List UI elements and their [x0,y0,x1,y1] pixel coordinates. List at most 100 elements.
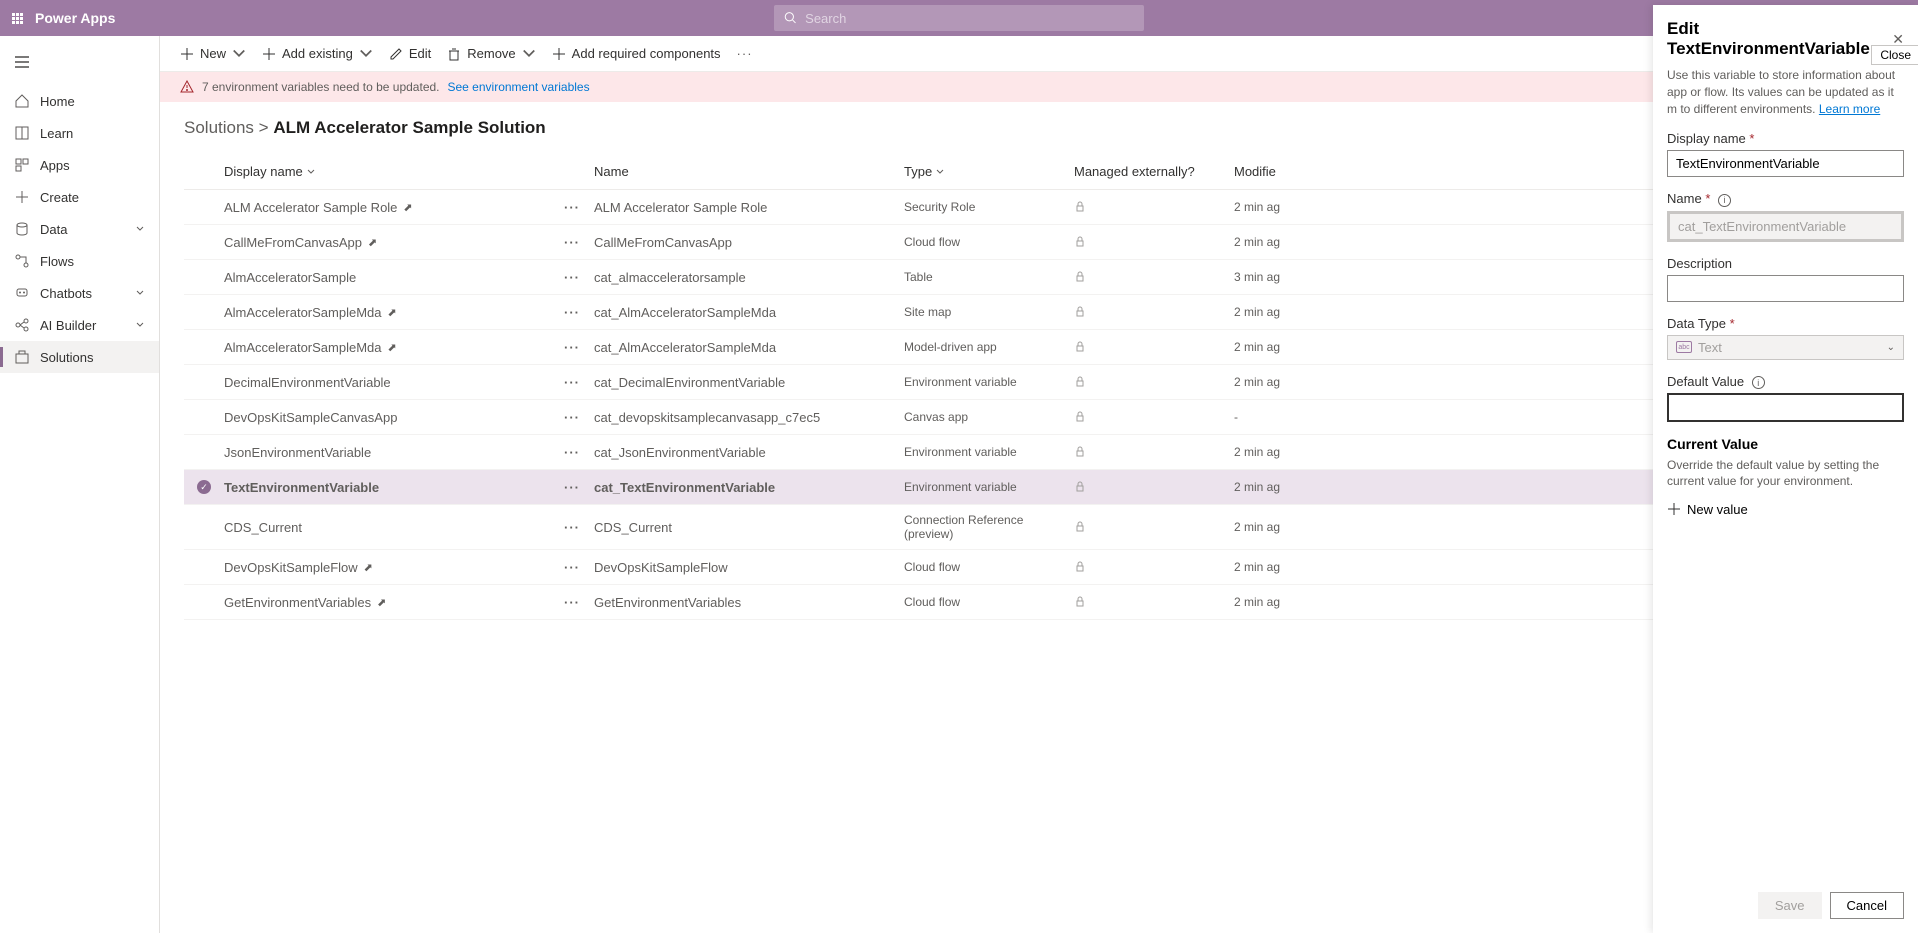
home-icon [14,93,30,109]
row-type: Cloud flow [904,560,1074,574]
row-more-button[interactable]: ··· [564,480,580,495]
chevron-down-icon [522,47,536,61]
sidebar-item-learn[interactable]: Learn [0,117,159,149]
header-managed[interactable]: Managed externally? [1074,164,1234,179]
sidebar-item-label: AI Builder [40,318,96,333]
field-data-type: Data Type * abc Text ⌄ [1667,316,1904,360]
remove-button[interactable]: Remove [447,46,535,61]
row-type: Connection Reference (preview) [904,513,1074,541]
table-row[interactable]: AlmAcceleratorSample ··· cat_almaccelera… [184,260,1894,295]
sidebar-item-label: Chatbots [40,286,92,301]
edit-button[interactable]: Edit [389,46,431,61]
row-more-button[interactable]: ··· [564,445,580,460]
book-icon [14,125,30,141]
header-modified[interactable]: Modifie [1234,164,1334,179]
search-input[interactable] [805,11,1134,26]
close-tooltip: Close [1871,45,1918,65]
sidebar-item-create[interactable]: Create [0,181,159,213]
row-display-name: TextEnvironmentVariable [224,480,379,495]
warning-link[interactable]: See environment variables [448,80,590,94]
breadcrumb-parent[interactable]: Solutions [184,118,254,137]
toolbar-more[interactable]: ··· [737,46,753,61]
row-more-button[interactable]: ··· [564,235,580,250]
sidebar-item-home[interactable]: Home [0,85,159,117]
sidebar-item-ai-builder[interactable]: AI Builder [0,309,159,341]
sidebar-item-apps[interactable]: Apps [0,149,159,181]
panel-description: Use this variable to store information a… [1667,67,1904,117]
sidebar-item-label: Flows [40,254,74,269]
add-existing-button[interactable]: Add existing [262,46,373,61]
external-link-icon: ⬈ [368,236,377,249]
row-more-button[interactable]: ··· [564,520,580,535]
row-more-button[interactable]: ··· [564,595,580,610]
header-name[interactable]: Name [594,164,904,179]
row-name: cat_almacceleratorsample [594,270,904,285]
panel-title: Edit TextEnvironmentVariable [1667,19,1892,59]
table-row[interactable]: ✓ TextEnvironmentVariable ··· cat_TextEn… [184,470,1894,505]
sidebar-item-solutions[interactable]: Solutions [0,341,159,373]
sidebar-item-label: Learn [40,126,73,141]
breadcrumb-current: ALM Accelerator Sample Solution [273,118,545,137]
lock-icon [1074,445,1086,457]
new-button[interactable]: New [180,46,246,61]
row-more-button[interactable]: ··· [564,200,580,215]
row-managed [1074,270,1234,285]
table-row[interactable]: DecimalEnvironmentVariable ··· cat_Decim… [184,365,1894,400]
sidebar-item-chatbots[interactable]: Chatbots [0,277,159,309]
lock-icon [1074,235,1086,247]
waffle-icon[interactable] [12,13,23,24]
search-box[interactable] [774,5,1144,31]
row-display-name: CallMeFromCanvasApp [224,235,362,250]
info-icon[interactable]: i [1752,376,1765,389]
row-name: DevOpsKitSampleFlow [594,560,904,575]
current-value-desc: Override the default value by setting th… [1667,458,1904,489]
table-row[interactable]: ALM Accelerator Sample Role ⬈ ··· ALM Ac… [184,190,1894,225]
row-managed [1074,595,1234,610]
row-modified: 2 min ag [1234,595,1334,609]
learn-more-link[interactable]: Learn more [1819,102,1880,116]
new-value-button[interactable]: New value [1667,502,1904,517]
row-managed [1074,480,1234,495]
table-row[interactable]: CallMeFromCanvasApp ⬈ ··· CallMeFromCanv… [184,225,1894,260]
table-row[interactable]: DevOpsKitSampleFlow ⬈ ··· DevOpsKitSampl… [184,550,1894,585]
sidebar-item-flows[interactable]: Flows [0,245,159,277]
cancel-button[interactable]: Cancel [1830,892,1904,919]
table-row[interactable]: GetEnvironmentVariables ⬈ ··· GetEnviron… [184,585,1894,620]
table-row[interactable]: AlmAcceleratorSampleMda ⬈ ··· cat_AlmAcc… [184,330,1894,365]
row-type: Canvas app [904,410,1074,424]
table-row[interactable]: CDS_Current ··· CDS_Current Connection R… [184,505,1894,550]
row-modified: - [1234,410,1334,424]
sidebar-toggle[interactable] [0,44,159,85]
table-row[interactable]: JsonEnvironmentVariable ··· cat_JsonEnvi… [184,435,1894,470]
lock-icon [1074,410,1086,422]
info-icon[interactable]: i [1718,194,1731,207]
row-more-button[interactable]: ··· [564,270,580,285]
row-managed [1074,410,1234,425]
row-more-button[interactable]: ··· [564,560,580,575]
flows-icon [14,253,30,269]
row-more-button[interactable]: ··· [564,375,580,390]
row-more-button[interactable]: ··· [564,410,580,425]
header-type[interactable]: Type [904,164,1074,179]
row-type: Cloud flow [904,235,1074,249]
table-header: Display name Name Type Managed externall… [184,154,1894,190]
pencil-icon [389,47,403,61]
table-row[interactable]: AlmAcceleratorSampleMda ⬈ ··· cat_AlmAcc… [184,295,1894,330]
description-input[interactable] [1667,275,1904,302]
header-display[interactable]: Display name [224,164,564,179]
add-required-button[interactable]: Add required components [552,46,721,61]
sidebar-item-data[interactable]: Data [0,213,159,245]
row-managed [1074,200,1234,215]
lock-icon [1074,340,1086,352]
row-more-button[interactable]: ··· [564,340,580,355]
table-row[interactable]: DevOpsKitSampleCanvasApp ··· cat_devopsk… [184,400,1894,435]
save-button[interactable]: Save [1758,892,1822,919]
row-type: Security Role [904,200,1074,214]
row-modified: 2 min ag [1234,340,1334,354]
row-display-name: AlmAcceleratorSampleMda [224,340,382,355]
default-value-input[interactable] [1667,393,1904,422]
display-name-input[interactable] [1667,150,1904,177]
row-managed [1074,445,1234,460]
row-more-button[interactable]: ··· [564,305,580,320]
sidebar: Home Learn Apps Create Data Flows Chatbo… [0,36,160,933]
